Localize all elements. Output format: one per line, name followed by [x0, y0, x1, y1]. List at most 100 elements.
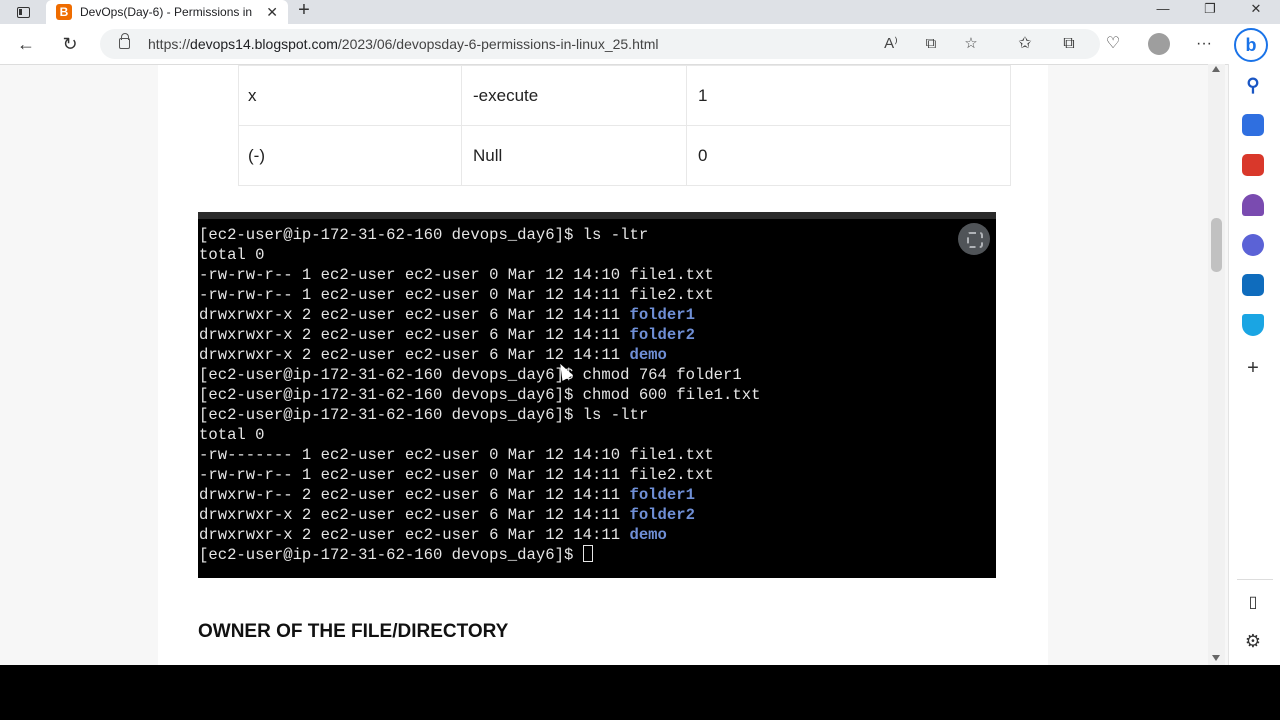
permission-value: 0 [686, 125, 1011, 186]
terminal-line-text: drwxrwxr-x 2 ec2-user ec2-user 6 Mar 12 … [199, 306, 630, 324]
bing-copilot-icon[interactable]: b [1234, 28, 1268, 62]
permission-symbol: (-) [238, 125, 462, 186]
file-name: file1.txt [629, 266, 714, 284]
terminal-prompt-line[interactable]: [ec2-user@ip-172-31-62-160 devops_day6]$ [199, 545, 760, 565]
terminal-line-text: [ec2-user@ip-172-31-62-160 devops_day6]$… [199, 406, 649, 424]
terminal-line-text: -rw-rw-r-- 1 ec2-user ec2-user 0 Mar 12 … [199, 266, 630, 284]
terminal-line-text: -rw-rw-r-- 1 ec2-user ec2-user 0 Mar 12 … [199, 466, 630, 484]
terminal-cursor [582, 545, 593, 562]
drop-send-icon[interactable] [1242, 314, 1264, 336]
terminal-line-text: total 0 [199, 426, 265, 444]
terminal-line-text: drwxrwxr-x 2 ec2-user ec2-user 6 Mar 12 … [199, 526, 630, 544]
sidebar-settings-icon[interactable]: ⚙ [1242, 630, 1264, 652]
reload-button[interactable]: ↻ [58, 32, 82, 56]
visual-search-icon[interactable] [958, 223, 990, 255]
terminal-line-text: total 0 [199, 246, 265, 264]
browser-toolbar: ← ↻ https://devops14.blogspot.com/2023/0… [0, 24, 1280, 64]
permission-meaning: -execute [461, 65, 687, 126]
games-icon[interactable] [1242, 194, 1264, 216]
collections-icon[interactable]: ⧉ [1057, 32, 1081, 56]
terminal-prompt: [ec2-user@ip-172-31-62-160 devops_day6]$ [199, 546, 583, 564]
tools-briefcase-icon[interactable] [1242, 154, 1264, 176]
new-tab-button[interactable]: + [294, 0, 314, 22]
close-window-button[interactable]: ✕ [1233, 0, 1279, 22]
tab-close-icon[interactable]: ✕ [266, 4, 278, 20]
terminal-screenshot: [ec2-user@ip-172-31-62-160 devops_day6]$… [198, 212, 996, 578]
terminal-line: drwxrwxr-x 2 ec2-user ec2-user 6 Mar 12 … [199, 325, 760, 345]
directory-name: demo [629, 526, 667, 544]
outlook-icon[interactable] [1242, 274, 1264, 296]
tab-actions-icon [16, 6, 30, 18]
section-heading: OWNER OF THE FILE/DIRECTORY [198, 621, 509, 642]
terminal-line-text: [ec2-user@ip-172-31-62-160 devops_day6]$… [199, 366, 742, 384]
terminal-line-text: drwxrwxr-x 2 ec2-user ec2-user 6 Mar 12 … [199, 326, 630, 344]
url-text[interactable]: https://devops14.blogspot.com/2023/06/de… [148, 36, 659, 52]
search-icon[interactable]: ⚲ [1242, 74, 1264, 96]
title-bar: B DevOps(Day-6) - Permissions in Linux ✕… [0, 0, 1280, 24]
settings-menu-icon[interactable]: ··· [1192, 32, 1216, 56]
address-bar[interactable]: https://devops14.blogspot.com/2023/06/de… [100, 29, 1100, 59]
permission-table: x -execute 1 (-) Null 0 [238, 65, 1011, 186]
terminal-line: [ec2-user@ip-172-31-62-160 devops_day6]$… [199, 405, 760, 425]
terminal-line-text: [ec2-user@ip-172-31-62-160 devops_day6]$… [199, 226, 649, 244]
terminal-line: drwxrwxr-x 2 ec2-user ec2-user 6 Mar 12 … [199, 305, 760, 325]
edge-sidebar: ⚲ + ▯ ⚙ [1228, 64, 1280, 665]
terminal-line: [ec2-user@ip-172-31-62-160 devops_day6]$… [199, 385, 760, 405]
terminal-line: drwxrwxr-x 2 ec2-user ec2-user 6 Mar 12 … [199, 345, 760, 365]
scroll-down-arrow-icon[interactable] [1212, 655, 1220, 661]
active-tab[interactable]: B DevOps(Day-6) - Permissions in Linux ✕ [46, 0, 288, 24]
file-name: file2.txt [629, 286, 714, 304]
url-prefix: https:// [148, 36, 191, 52]
terminal-line-text: -rw------- 1 ec2-user ec2-user 0 Mar 12 … [199, 446, 630, 464]
terminal-output: [ec2-user@ip-172-31-62-160 devops_day6]$… [199, 225, 760, 565]
lock-icon[interactable] [119, 33, 130, 49]
split-screen-icon[interactable]: ▯ [1242, 592, 1264, 614]
permission-symbol: x [238, 65, 462, 126]
shopping-tag-icon[interactable] [1242, 114, 1264, 136]
terminal-line: total 0 [199, 245, 760, 265]
microsoft-365-icon[interactable] [1242, 234, 1264, 256]
terminal-line: drwxrw-r-- 2 ec2-user ec2-user 6 Mar 12 … [199, 485, 760, 505]
file-name: file2.txt [629, 466, 714, 484]
favorites-icon[interactable]: ✩ [1013, 32, 1037, 56]
profile-avatar[interactable] [1148, 33, 1170, 55]
page-scrollbar[interactable] [1208, 64, 1225, 665]
back-button[interactable]: ← [14, 32, 38, 56]
terminal-line-text: drwxrw-r-- 2 ec2-user ec2-user 6 Mar 12 … [199, 486, 630, 504]
terminal-line: -rw-rw-r-- 1 ec2-user ec2-user 0 Mar 12 … [199, 285, 760, 305]
page-viewport: x -execute 1 (-) Null 0 [ec2-user@ip-172-31-6… [0, 64, 1228, 665]
table-row: x -execute 1 [238, 65, 1011, 126]
directory-name: folder1 [629, 486, 695, 504]
terminal-line: [ec2-user@ip-172-31-62-160 devops_day6]$… [199, 365, 760, 385]
permission-meaning: Null [461, 125, 687, 186]
restore-button[interactable]: ❐ [1187, 0, 1233, 22]
terminal-line-text: -rw-rw-r-- 1 ec2-user ec2-user 0 Mar 12 … [199, 286, 630, 304]
terminal-line-text: drwxrwxr-x 2 ec2-user ec2-user 6 Mar 12 … [199, 506, 630, 524]
terminal-line: [ec2-user@ip-172-31-62-160 devops_day6]$… [199, 225, 760, 245]
permission-value: 1 [686, 65, 1011, 126]
sidebar-divider [1237, 579, 1273, 580]
read-aloud-icon[interactable]: A⁾ [880, 34, 902, 54]
terminal-line: total 0 [199, 425, 760, 445]
scroll-thumb[interactable] [1211, 218, 1222, 272]
minimize-button[interactable]: — [1140, 0, 1186, 22]
blog-content: x -execute 1 (-) Null 0 [ec2-user@ip-172-31-6… [158, 65, 1048, 665]
file-name: file1.txt [629, 446, 714, 464]
directory-name: folder2 [629, 506, 695, 524]
performance-icon[interactable]: ♡ [1101, 32, 1125, 56]
letterbox-bar [0, 665, 1280, 720]
terminal-line: -rw------- 1 ec2-user ec2-user 0 Mar 12 … [199, 445, 760, 465]
directory-name: folder1 [629, 306, 695, 324]
tab-actions-button[interactable] [10, 2, 36, 22]
table-row: (-) Null 0 [238, 125, 1011, 186]
tab-title: DevOps(Day-6) - Permissions in Linux [80, 5, 256, 19]
reader-view-icon[interactable]: ⧉ [920, 34, 942, 54]
terminal-line: -rw-rw-r-- 1 ec2-user ec2-user 0 Mar 12 … [199, 465, 760, 485]
scroll-up-arrow-icon[interactable] [1212, 66, 1220, 72]
url-host: devops14.blogspot.com [190, 36, 338, 52]
terminal-line: -rw-rw-r-- 1 ec2-user ec2-user 0 Mar 12 … [199, 265, 760, 285]
directory-name: demo [629, 346, 667, 364]
favorite-star-icon[interactable]: ☆ [960, 34, 982, 54]
add-sidebar-item-icon[interactable]: + [1242, 357, 1264, 379]
directory-name: folder2 [629, 326, 695, 344]
